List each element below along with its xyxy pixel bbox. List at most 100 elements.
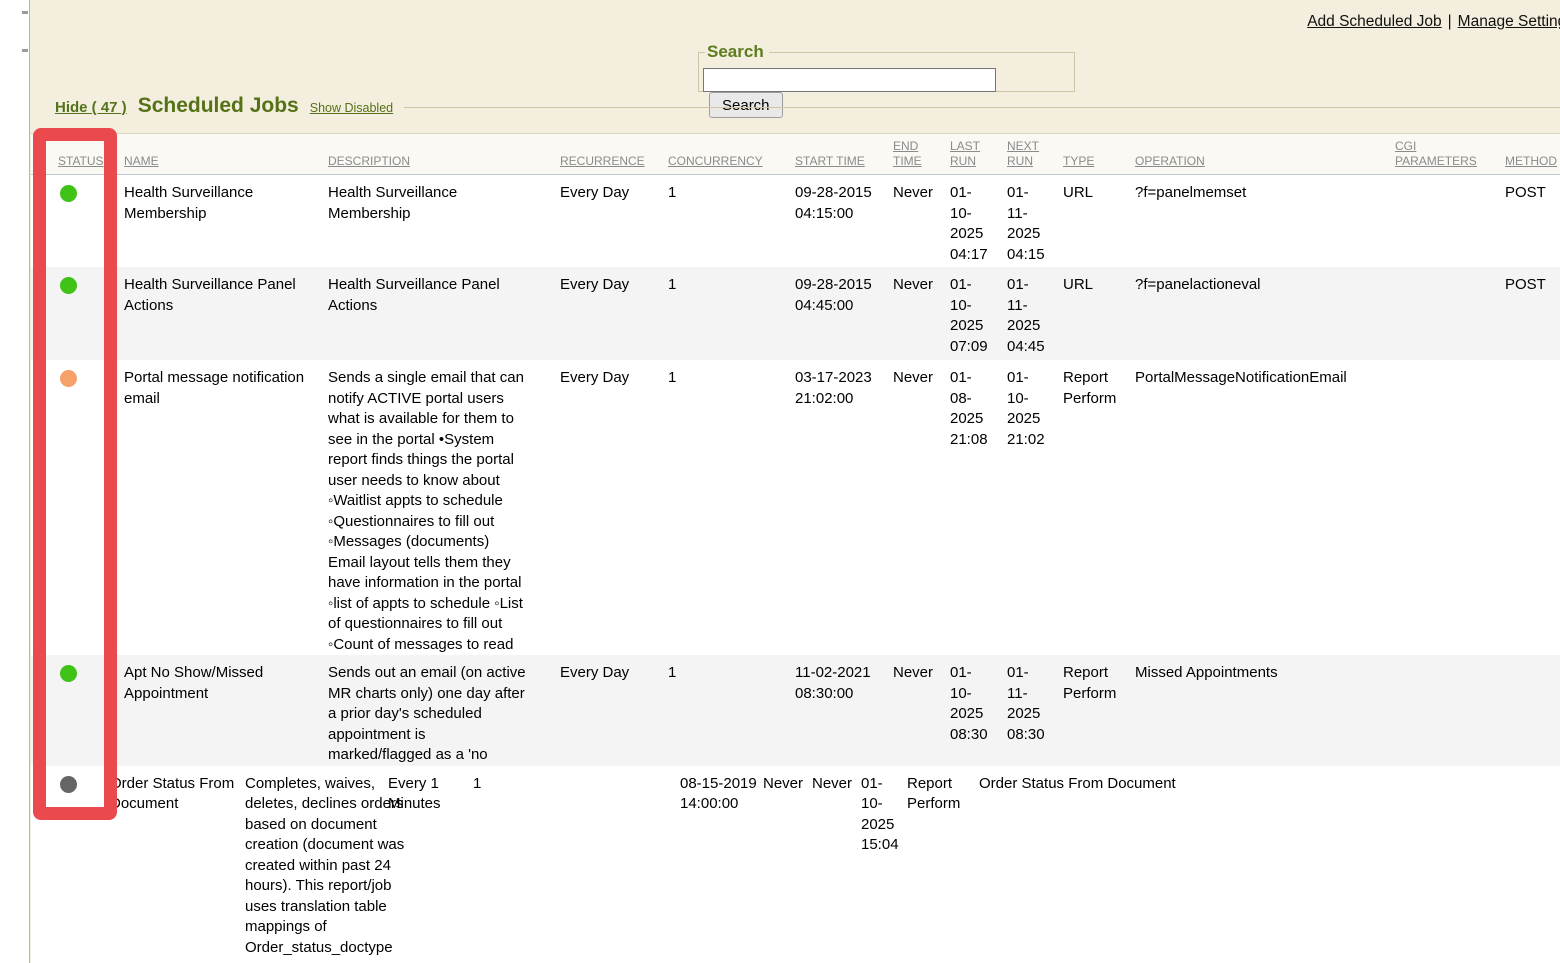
column-header-status[interactable]: STATUS	[58, 154, 124, 169]
show-disabled-link[interactable]: Show Disabled	[310, 101, 393, 115]
cell-next-run: 01-11-2025 04:15	[1007, 175, 1063, 267]
cell-start-time: 09-28-2015 04:45:00	[795, 267, 893, 360]
cell-start-time: 03-17-2023 21:02:00	[795, 360, 893, 655]
column-header-cgi-parameters[interactable]: CGI PARAMETERS	[1395, 139, 1505, 169]
cell-description: Sends a single email that can notify ACT…	[328, 360, 560, 655]
table-header-row: STATUS NAME DESCRIPTION RECURRENCE CONCU…	[31, 133, 1560, 175]
cell-name: Health Surveillance Membership	[124, 175, 328, 267]
column-header-last-run[interactable]: LAST RUN	[950, 139, 1007, 169]
cell-next-run: 01-10-2025 15:04	[861, 766, 907, 963]
cell-operation: ?f=panelactioneval	[1135, 267, 1395, 360]
status-dot[interactable]	[60, 776, 77, 793]
status-dot[interactable]	[60, 665, 77, 682]
search-panel: Search Search	[698, 42, 1075, 92]
top-nav-links: Add Scheduled Job | Manage Settings	[1307, 13, 1560, 31]
column-header-recurrence[interactable]: RECURRENCE	[560, 154, 668, 169]
cell-method: POST	[1505, 267, 1560, 360]
scrollbar-tick	[22, 11, 28, 14]
cell-last-run: Never	[812, 766, 861, 963]
cell-next-run: 01-11-2025 08:30	[1007, 655, 1063, 766]
column-header-method[interactable]: METHOD	[1505, 154, 1560, 169]
cell-status	[58, 360, 124, 655]
cell-start-time: 08-15-2019 14:00:00	[680, 766, 763, 963]
cell-operation: Missed Appointments	[1135, 655, 1395, 766]
cell-end-time: Never	[893, 267, 950, 360]
cell-name: Order Status From Document	[110, 766, 245, 963]
cell-start-time: 09-28-2015 04:15:00	[795, 175, 893, 267]
cell-cgi-parameters	[1395, 360, 1505, 655]
cell-name: Health Surveillance Panel Actions	[124, 267, 328, 360]
cell-type: Report Perform	[1063, 360, 1135, 655]
cell-cgi-parameters	[1395, 655, 1505, 766]
page-title: Scheduled Jobs	[138, 94, 299, 118]
cell-concurrency: 1	[668, 267, 795, 360]
column-header-next-run[interactable]: NEXT RUN	[1007, 139, 1063, 169]
table-row: Portal message notification emailSends a…	[31, 360, 1560, 655]
cell-method	[1505, 655, 1560, 766]
table-row: Health Surveillance MembershipHealth Sur…	[31, 175, 1560, 267]
search-button[interactable]: Search	[709, 92, 783, 118]
cell-concurrency: 1	[668, 175, 795, 267]
column-header-type[interactable]: TYPE	[1063, 154, 1135, 169]
cell-description: Sends out an email (on active MR charts …	[328, 655, 560, 766]
cell-operation: ?f=panelmemset	[1135, 175, 1395, 267]
cell-type: Report Perform	[1063, 655, 1135, 766]
cell-last-run: 01-08-2025 21:08	[950, 360, 1007, 655]
column-header-operation[interactable]: OPERATION	[1135, 154, 1395, 169]
cell-last-run: 01-10-2025 07:09	[950, 267, 1007, 360]
scheduled-jobs-table: STATUS NAME DESCRIPTION RECURRENCE CONCU…	[31, 133, 1560, 963]
status-dot[interactable]	[60, 277, 77, 294]
status-dot[interactable]	[60, 370, 77, 387]
cell-operation: Order Status From Document	[979, 766, 1560, 963]
search-legend: Search	[705, 42, 769, 62]
cell-start-time: 11-02-2021 08:30:00	[795, 655, 893, 766]
column-header-name[interactable]: NAME	[124, 154, 328, 169]
cell-method: POST	[1505, 175, 1560, 267]
cell-end-time: Never	[763, 766, 812, 963]
scrollbar-tick	[22, 49, 28, 52]
cell-next-run: 01-10-2025 21:02	[1007, 360, 1063, 655]
cell-end-time: Never	[893, 175, 950, 267]
column-header-description[interactable]: DESCRIPTION	[328, 154, 560, 169]
cell-type: URL	[1063, 267, 1135, 360]
cell-status	[58, 175, 124, 267]
cell-recurrence: Every 1 Minutes	[388, 766, 473, 963]
cell-concurrency: 1	[668, 655, 795, 766]
cell-status	[58, 655, 124, 766]
cell-status	[58, 267, 124, 360]
cell-description: Health Surveillance Panel Actions	[328, 267, 560, 360]
panel-heading: Hide ( 47 ) Scheduled Jobs Show Disabled	[55, 94, 393, 118]
cell-method	[1505, 360, 1560, 655]
cell-cgi-parameters	[1395, 175, 1505, 267]
cell-status	[58, 766, 110, 963]
left-scrollbar-strip[interactable]	[0, 0, 30, 963]
cell-concurrency: 1	[473, 766, 680, 963]
cell-end-time: Never	[893, 655, 950, 766]
cell-name: Portal message notification email	[124, 360, 328, 655]
manage-settings-link[interactable]: Manage Settings	[1458, 13, 1560, 30]
add-scheduled-job-link[interactable]: Add Scheduled Job	[1307, 13, 1441, 30]
cell-operation: PortalMessageNotificationEmail	[1135, 360, 1395, 655]
cell-recurrence: Every Day	[560, 175, 668, 267]
column-header-concurrency[interactable]: CONCURRENCY	[668, 154, 795, 169]
cell-type: Report Perform	[907, 766, 979, 963]
link-separator: |	[1448, 13, 1452, 30]
cell-next-run: 01-11-2025 04:45	[1007, 267, 1063, 360]
cell-concurrency: 1	[668, 360, 795, 655]
hide-count-link[interactable]: Hide ( 47 )	[55, 99, 127, 116]
cell-cgi-parameters	[1395, 267, 1505, 360]
table-row: Apt No Show/Missed AppointmentSends out …	[31, 655, 1560, 766]
status-dot[interactable]	[60, 185, 77, 202]
cell-type: URL	[1063, 175, 1135, 267]
search-input[interactable]	[703, 68, 996, 92]
cell-recurrence: Every Day	[560, 267, 668, 360]
cell-recurrence: Every Day	[560, 655, 668, 766]
table-row: Health Surveillance Panel ActionsHealth …	[31, 267, 1560, 360]
cell-description: Completes, waives, deletes, declines ord…	[245, 766, 388, 963]
cell-end-time: Never	[893, 360, 950, 655]
column-header-end-time[interactable]: END TIME	[893, 139, 950, 169]
column-header-start-time[interactable]: START TIME	[795, 154, 893, 169]
cell-recurrence: Every Day	[560, 360, 668, 655]
table-row: Order Status From DocumentCompletes, wai…	[31, 766, 1560, 963]
cell-description: Health Surveillance Membership	[328, 175, 560, 267]
